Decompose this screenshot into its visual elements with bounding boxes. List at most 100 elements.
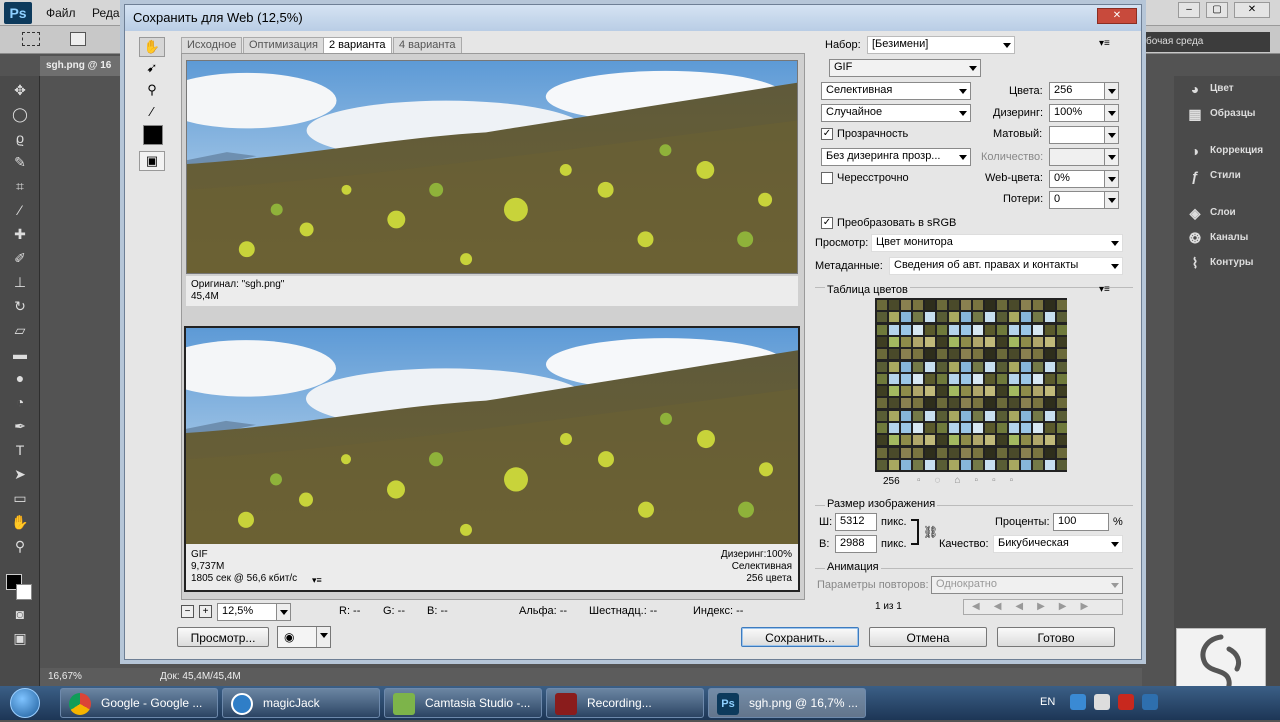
color-swatch[interactable] (1033, 312, 1043, 323)
panel-adjustments[interactable]: ◑ Коррекция (1180, 140, 1278, 162)
height-input[interactable]: 2988 (835, 535, 877, 553)
color-swatch[interactable] (937, 435, 947, 446)
pen-tool-icon[interactable]: ✒ (8, 416, 32, 436)
color-swatch[interactable] (937, 312, 947, 323)
preview-button[interactable]: Просмотр... (177, 627, 269, 647)
color-swatch[interactable] (949, 361, 959, 372)
blur-tool-icon[interactable]: ● (8, 368, 32, 388)
panel-paths[interactable]: ⌇ Контуры (1180, 252, 1278, 274)
path-select-icon[interactable]: ➤ (8, 464, 32, 484)
color-swatch[interactable] (877, 373, 887, 384)
color-swatch[interactable] (937, 398, 947, 409)
color-swatch[interactable] (1045, 459, 1055, 470)
preset-select[interactable]: [Безимени] (867, 36, 1015, 54)
color-swatch[interactable] (925, 312, 935, 323)
color-swatch[interactable] (961, 349, 971, 360)
color-swatch[interactable] (973, 361, 983, 372)
color-swatch[interactable] (925, 423, 935, 433)
color-swatch[interactable] (889, 373, 899, 384)
color-swatch[interactable] (985, 459, 995, 470)
quality-select[interactable]: Бикубическая (993, 535, 1123, 553)
menu-file[interactable]: Файл (46, 6, 76, 20)
color-table-grid[interactable] (875, 298, 1067, 472)
color-swatch[interactable] (1033, 423, 1043, 433)
srgb-checkbox[interactable]: ✓ (821, 217, 833, 229)
start-button[interactable] (2, 686, 54, 720)
matte-select[interactable] (1049, 126, 1119, 144)
color-swatch[interactable] (1045, 373, 1055, 384)
color-swatch[interactable] (877, 459, 887, 470)
marquee-icon[interactable] (22, 32, 40, 46)
color-swatch[interactable] (973, 423, 983, 433)
panel-channels[interactable]: ❂ Каналы (1180, 227, 1278, 249)
speed-menu-icon[interactable]: ▾≡ (312, 574, 322, 586)
color-swatch[interactable] (949, 349, 959, 360)
color-swatch[interactable] (949, 373, 959, 384)
color-swatch[interactable] (901, 386, 911, 397)
color-swatch[interactable] (1021, 386, 1031, 397)
color-swatch[interactable] (985, 373, 995, 384)
color-swatch[interactable] (997, 349, 1007, 360)
color-swatch[interactable] (1021, 336, 1031, 347)
close-icon[interactable]: ✕ (1234, 2, 1270, 18)
color-swatch[interactable] (877, 336, 887, 347)
stamp-tool-icon[interactable]: ⊥ (8, 272, 32, 292)
color-swatch[interactable] (973, 435, 983, 446)
color-swatch[interactable] (925, 349, 935, 360)
color-swatch[interactable] (913, 398, 923, 409)
preview-select[interactable]: Цвет монитора (871, 234, 1123, 252)
color-swatch[interactable] (1021, 324, 1031, 335)
hand-tool-icon[interactable]: ✋ (139, 37, 165, 57)
color-swatch[interactable] (985, 447, 995, 458)
color-swatch[interactable] (901, 373, 911, 384)
websnap-input[interactable]: 0% (1049, 170, 1119, 188)
color-swatch[interactable] (1033, 373, 1043, 384)
color-swatch[interactable] (985, 423, 995, 433)
color-swatch[interactable] (1021, 423, 1031, 433)
color-swatch[interactable] (973, 447, 983, 458)
gradient-tool-icon[interactable]: ▬ (8, 344, 32, 364)
color-swatch[interactable] (949, 398, 959, 409)
color-swatch[interactable] (973, 349, 983, 360)
color-swatch[interactable] (925, 447, 935, 458)
color-swatch[interactable] (937, 349, 947, 360)
reduction-select[interactable]: Селективная (821, 82, 971, 100)
color-swatch[interactable] (901, 410, 911, 421)
tray-network-icon[interactable] (1094, 694, 1110, 710)
color-swatch[interactable] (1033, 398, 1043, 409)
taskbar-recording[interactable]: Recording... (546, 688, 704, 718)
background-color-icon[interactable] (16, 584, 32, 600)
color-swatch[interactable] (925, 336, 935, 347)
color-swatch[interactable] (889, 349, 899, 360)
color-swatch[interactable] (949, 336, 959, 347)
color-swatch[interactable] (949, 410, 959, 421)
color-swatch[interactable] (961, 336, 971, 347)
color-swatch[interactable] (937, 324, 947, 335)
percent-input[interactable]: 100 (1053, 513, 1109, 531)
color-swatch[interactable] (889, 459, 899, 470)
color-swatch[interactable] (973, 312, 983, 323)
color-swatch[interactable] (901, 361, 911, 372)
eyedropper-tool-icon[interactable]: ⁄ (8, 200, 32, 220)
color-swatch[interactable] (1021, 349, 1031, 360)
color-swatch[interactable] (973, 410, 983, 421)
color-swatch[interactable] (961, 373, 971, 384)
color-swatch[interactable] (877, 398, 887, 409)
color-swatch[interactable] (961, 398, 971, 409)
color-swatch[interactable] (949, 312, 959, 323)
color-swatch[interactable] (889, 312, 899, 323)
color-swatch[interactable] (937, 300, 947, 310)
color-swatch[interactable] (997, 447, 1007, 458)
color-swatch[interactable] (1033, 349, 1043, 360)
color-swatch[interactable] (1021, 373, 1031, 384)
original-preview-image[interactable] (186, 60, 798, 274)
panel-styles[interactable]: ƒ Стили (1180, 165, 1278, 187)
color-swatch[interactable] (1009, 373, 1019, 384)
color-swatch[interactable] (937, 336, 947, 347)
color-swatch[interactable] (985, 336, 995, 347)
color-swatch[interactable] (961, 312, 971, 323)
color-swatch[interactable] (889, 324, 899, 335)
width-input[interactable]: 5312 (835, 513, 877, 531)
panel-color[interactable]: ◕ Цвет (1180, 78, 1278, 100)
color-swatch[interactable] (877, 349, 887, 360)
